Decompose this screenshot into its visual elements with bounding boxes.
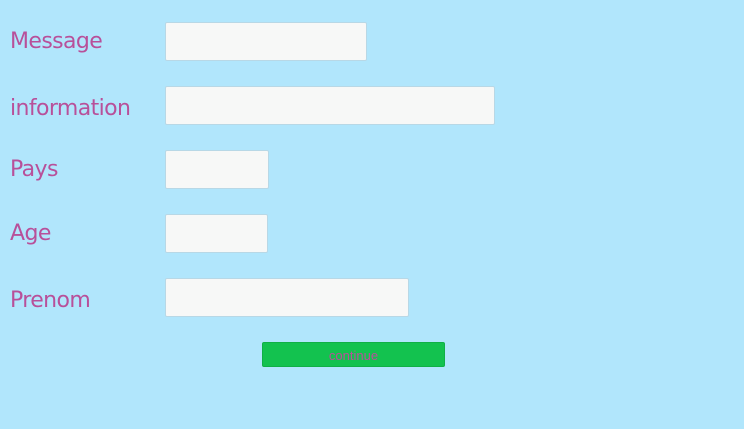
pays-input[interactable] <box>165 150 269 189</box>
pays-label: Pays <box>10 157 58 182</box>
continue-button[interactable]: continue <box>262 342 445 367</box>
form: Message information Pays Age Prenom cont… <box>0 0 744 429</box>
message-label: Message <box>10 29 103 54</box>
prenom-input[interactable] <box>165 278 409 317</box>
message-input[interactable] <box>165 22 367 61</box>
age-input[interactable] <box>165 214 268 253</box>
age-label: Age <box>10 221 51 246</box>
information-input[interactable] <box>165 86 495 125</box>
information-label: information <box>10 96 131 121</box>
prenom-label: Prenom <box>10 288 91 313</box>
